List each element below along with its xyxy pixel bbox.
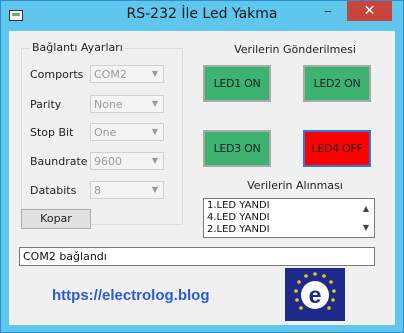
send-section-title: Verilerin Gönderilmesi bbox=[234, 43, 356, 56]
electrolog-logo: e bbox=[285, 268, 345, 321]
list-item: 1.LED YANDI bbox=[207, 200, 270, 211]
received-data-list[interactable]: 1.LED YANDI 4.LED YANDI 2.LED YANDI ▲ ▼ bbox=[203, 198, 375, 238]
baundrate-value: 9600 bbox=[94, 155, 122, 168]
chevron-down-icon: ▼ bbox=[151, 127, 159, 136]
connection-settings-title: Bağlantı Ayarları bbox=[30, 41, 125, 54]
comports-label: Comports bbox=[30, 68, 84, 81]
receive-section-title: Verilerin Alınması bbox=[247, 179, 343, 192]
baundrate-select[interactable]: 9600 ▼ bbox=[90, 152, 164, 170]
logo-graphic: e bbox=[294, 272, 336, 310]
stop-bit-select[interactable]: One ▼ bbox=[90, 123, 164, 141]
comports-select[interactable]: COM2 ▼ bbox=[90, 65, 164, 83]
led4-button[interactable]: LED4 OFF bbox=[303, 130, 371, 167]
stop-bit-label: Stop Bit bbox=[30, 126, 74, 139]
chevron-down-icon: ▼ bbox=[151, 185, 159, 194]
status-field[interactable]: COM2 bağlandı bbox=[19, 247, 375, 266]
list-item: 2.LED YANDI bbox=[207, 224, 270, 235]
stop-bit-value: One bbox=[94, 126, 117, 139]
chevron-down-icon: ▼ bbox=[151, 99, 159, 108]
parity-select[interactable]: None ▼ bbox=[90, 95, 164, 113]
form-client-area: Bağlantı Ayarları Comports COM2 ▼ Parity… bbox=[9, 31, 395, 325]
window-title: RS-232 İle Led Yakma bbox=[126, 6, 278, 22]
databits-select[interactable]: 8 ▼ bbox=[90, 181, 164, 199]
chevron-down-icon: ▼ bbox=[151, 69, 159, 78]
comports-value: COM2 bbox=[94, 68, 127, 81]
scroll-up-icon[interactable]: ▲ bbox=[361, 204, 371, 213]
minimize-button[interactable]: ‒ bbox=[315, 1, 341, 21]
app-window: RS-232 İle Led Yakma ‒ ☐ ✕ Bağlantı Ayar… bbox=[0, 0, 404, 333]
scroll-down-icon[interactable]: ▼ bbox=[361, 223, 371, 232]
baundrate-label: Baundrate bbox=[30, 155, 88, 168]
kopar-button[interactable]: Kopar bbox=[21, 209, 91, 229]
title-bar: RS-232 İle Led Yakma ‒ ☐ ✕ bbox=[1, 1, 403, 31]
databits-label: Databits bbox=[30, 184, 77, 197]
chevron-down-icon: ▼ bbox=[151, 156, 159, 165]
connection-settings-group: Bağlantı Ayarları Comports COM2 ▼ Parity… bbox=[21, 41, 183, 225]
parity-label: Parity bbox=[30, 98, 62, 111]
status-text: COM2 bağlandı bbox=[23, 250, 107, 263]
parity-value: None bbox=[94, 98, 123, 111]
led3-button[interactable]: LED3 ON bbox=[203, 130, 271, 167]
list-item: 4.LED YANDI bbox=[207, 212, 270, 223]
databits-value: 8 bbox=[94, 184, 101, 197]
led2-button[interactable]: LED2 ON bbox=[303, 65, 371, 102]
led1-button[interactable]: LED1 ON bbox=[203, 65, 271, 102]
close-button[interactable]: ✕ bbox=[347, 1, 392, 21]
website-link: https://electrolog.blog bbox=[52, 287, 210, 304]
logo-letter: e bbox=[309, 282, 322, 308]
